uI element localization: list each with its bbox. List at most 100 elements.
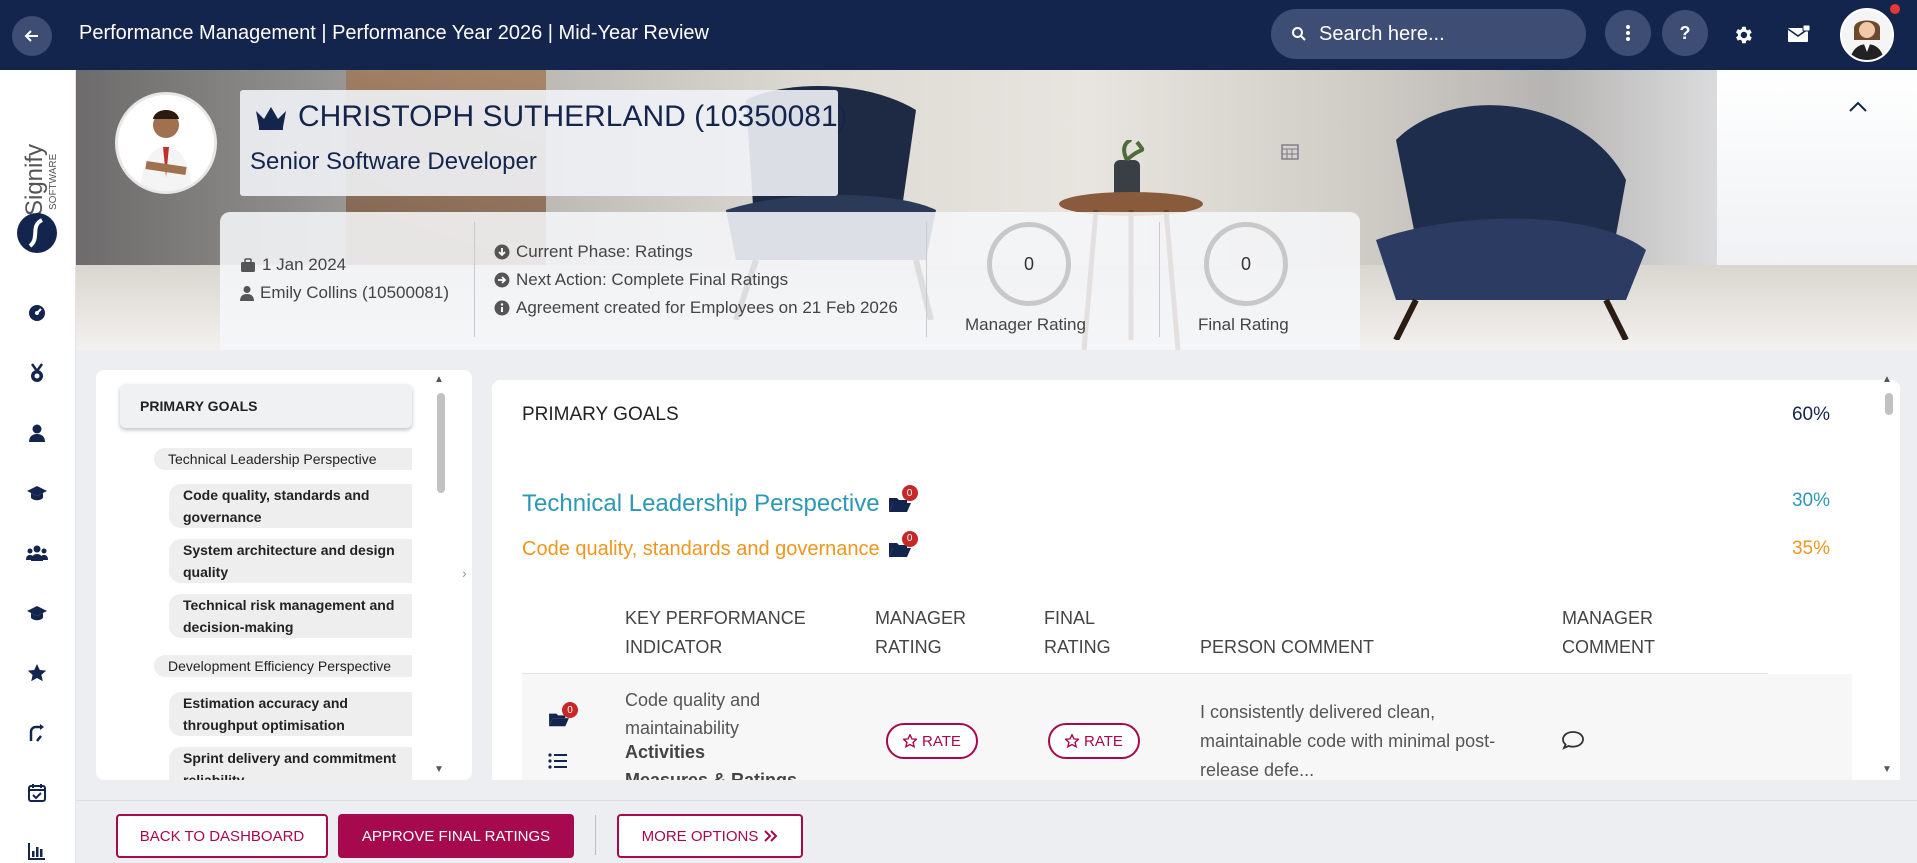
- action-divider: [595, 815, 596, 855]
- search-input[interactable]: [1319, 22, 1559, 46]
- nav-courses[interactable]: [24, 600, 50, 626]
- kpi-measures-link[interactable]: Measures & Ratings: [625, 770, 797, 780]
- final-rating-value: 0: [1204, 222, 1288, 306]
- kpi-badge: 0: [562, 702, 578, 718]
- back-button[interactable]: [12, 16, 52, 56]
- person-comment-text: I consistently delivered clean, maintain…: [1200, 702, 1496, 780]
- nav-team[interactable]: [24, 540, 50, 566]
- tree-goal-code-quality[interactable]: Code quality, standards and governance: [169, 484, 412, 528]
- user-avatar[interactable]: [1840, 8, 1894, 62]
- nav-favourites[interactable]: [24, 660, 50, 686]
- more-options-button[interactable]: MORE OPTIONS: [617, 814, 803, 858]
- nav-calendar[interactable]: [24, 780, 50, 806]
- person-icon: [29, 424, 45, 442]
- team-icon: [26, 545, 48, 561]
- chevron-up-icon: [1849, 101, 1867, 112]
- collapse-banner-button[interactable]: [1848, 100, 1868, 118]
- messages-button[interactable]: [1784, 20, 1814, 50]
- page-title: Performance Management | Performance Yea…: [79, 22, 709, 44]
- column-final-rating: FINAL RATING: [1044, 608, 1111, 657]
- tree-goal-technical-risk[interactable]: Technical risk management and decision-m…: [169, 594, 412, 638]
- goal-attachments[interactable]: 0: [888, 530, 918, 561]
- arrow-down-circle-icon: [494, 244, 510, 260]
- panel-splitter-icon[interactable]: ›: [462, 565, 467, 581]
- manager-comment-button[interactable]: [1561, 730, 1585, 755]
- calendar-grid-icon: [1281, 144, 1299, 165]
- primary-goals-weight: 60%: [1791, 404, 1830, 425]
- tree-scroll-down-icon[interactable]: ▼: [434, 764, 444, 775]
- goals-main-panel: PRIMARY GOALS 60% Technical Leadership P…: [492, 380, 1900, 780]
- column-manager-comment: MANAGER COMMENT: [1562, 608, 1655, 657]
- tree-scroll-thumb[interactable]: [437, 393, 445, 493]
- tree-goal-sprint-delivery[interactable]: Sprint delivery and commitment reliabili…: [169, 747, 412, 780]
- approve-final-ratings-button[interactable]: APPROVE FINAL RATINGS: [338, 814, 574, 858]
- kpi-attachments[interactable]: 0: [548, 702, 578, 733]
- calendar-check-icon: [28, 784, 46, 802]
- tree-perspective-development-efficiency[interactable]: Development Efficiency Perspective: [154, 655, 412, 677]
- nav-succession[interactable]: [24, 720, 50, 746]
- nav-dashboard[interactable]: [24, 300, 50, 326]
- main-scroll-thumb[interactable]: [1885, 393, 1893, 415]
- info-divider: [474, 222, 475, 337]
- person-icon: [240, 286, 254, 301]
- banner-chair-right: [1376, 105, 1646, 340]
- star-outline-icon: [1065, 734, 1080, 748]
- nav-learning[interactable]: [24, 480, 50, 506]
- manager-rate-button[interactable]: RATE: [886, 723, 978, 759]
- kpi-details-button[interactable]: [548, 752, 568, 775]
- info-divider: [1159, 222, 1160, 337]
- more-menu-button[interactable]: [1605, 10, 1651, 56]
- help-button[interactable]: ?: [1662, 10, 1708, 56]
- nav-reports[interactable]: [24, 838, 50, 863]
- tree-perspective-technical-leadership[interactable]: Technical Leadership Perspective: [154, 448, 412, 470]
- tree-scroll-up-icon[interactable]: ▲: [434, 374, 444, 385]
- employee-name-card: CHRISTOPH SUTHERLAND (10350081) Senior S…: [240, 90, 848, 196]
- tree-goal-estimation-accuracy[interactable]: Estimation accuracy and throughput optim…: [169, 692, 412, 736]
- goal-weight: 35%: [1791, 538, 1830, 559]
- signify-logo: Signify SOFTWARE: [12, 106, 62, 256]
- list-icon: [548, 753, 567, 769]
- main-scroll-down-icon[interactable]: ▼: [1882, 764, 1892, 775]
- settings-button[interactable]: [1728, 20, 1758, 50]
- star-outline-icon: [903, 734, 918, 748]
- main-scroll-up-icon[interactable]: ▲: [1882, 374, 1892, 385]
- mail-icon: [1787, 25, 1811, 42]
- primary-goals-title: PRIMARY GOALS: [522, 404, 679, 425]
- search-box[interactable]: [1271, 9, 1586, 59]
- manager-rating-label: Manager Rating: [965, 315, 1086, 334]
- graduation-cap-icon: [27, 486, 47, 501]
- user-photo-icon: [1842, 10, 1892, 60]
- perspective-attachments[interactable]: 0: [888, 485, 918, 515]
- manager-name: Emily Collins (10500081): [240, 283, 449, 303]
- perspective-title[interactable]: Technical Leadership Perspective 0: [522, 485, 918, 518]
- kpi-activities-link[interactable]: Activities: [625, 742, 705, 763]
- arrow-left-icon: [24, 30, 38, 42]
- notification-dot: [1890, 4, 1900, 14]
- manager-rating-value: 0: [987, 222, 1071, 306]
- tree-goal-system-architecture[interactable]: System architecture and design quality: [169, 539, 412, 583]
- final-rating-label: Final Rating: [1198, 315, 1289, 334]
- goal-badge: 0: [901, 530, 918, 547]
- arrow-right-circle-icon: [494, 272, 510, 288]
- top-bar: Performance Management | Performance Yea…: [0, 0, 1917, 70]
- goal-title[interactable]: Code quality, standards and governance 0: [522, 530, 918, 561]
- info-circle-icon: [494, 300, 510, 316]
- back-to-dashboard-button[interactable]: BACK TO DASHBOARD: [116, 814, 328, 858]
- next-action: Next Action: Complete Final Ratings: [494, 270, 788, 290]
- banner-window: [1717, 70, 1917, 280]
- final-rate-button[interactable]: RATE: [1048, 723, 1140, 759]
- crown-icon: [256, 107, 286, 130]
- goal-tree-panel: PRIMARY GOALS Technical Leadership Persp…: [96, 370, 472, 780]
- double-chevron-right-icon: [764, 830, 778, 842]
- medal-icon: [30, 363, 44, 382]
- left-nav: Signify SOFTWARE: [0, 70, 76, 863]
- tree-primary-goals[interactable]: PRIMARY GOALS: [120, 384, 412, 428]
- employee-name: CHRISTOPH SUTHERLAND (10350081): [298, 100, 848, 133]
- nav-awards[interactable]: [24, 360, 50, 386]
- route-icon: [29, 724, 44, 742]
- comment-icon: [1562, 731, 1584, 750]
- nav-profile[interactable]: [24, 420, 50, 446]
- current-phase: Current Phase: Ratings: [494, 242, 693, 262]
- gear-icon: [1736, 26, 1752, 44]
- column-manager-rating: MANAGER RATING: [875, 608, 967, 657]
